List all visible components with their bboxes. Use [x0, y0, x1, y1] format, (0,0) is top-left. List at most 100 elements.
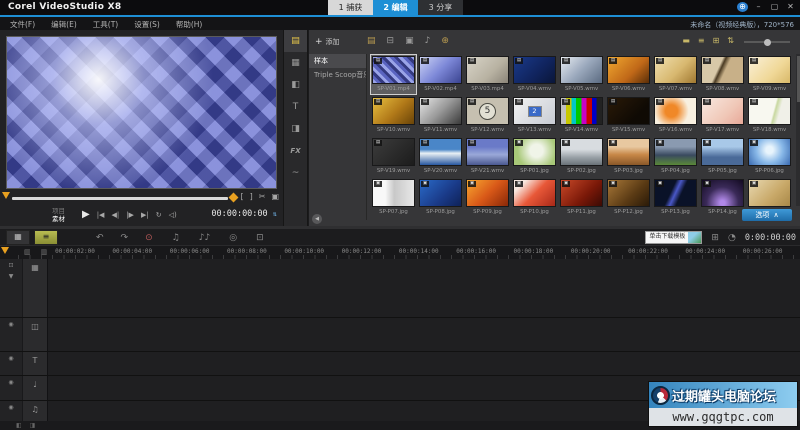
folder-Triple Scoop音乐[interactable]: Triple Scoop音乐	[309, 68, 366, 82]
options-button[interactable]: 选项 ∧	[742, 209, 792, 221]
eye-icon[interactable]: ◉	[8, 355, 13, 362]
menu-item-2[interactable]: 工具(T)	[93, 19, 118, 30]
media-thumbnail[interactable]: ▣SP-P13.jpg	[653, 178, 698, 217]
play-button[interactable]: ▶	[82, 209, 90, 220]
media-thumbnail[interactable]: ▤SP-V15.wmv	[606, 96, 651, 135]
title-track-icon[interactable]: T	[22, 352, 48, 375]
transition-icon[interactable]: ◧	[284, 74, 307, 96]
restore-icon[interactable]: ▢	[769, 2, 780, 12]
media-thumbnail[interactable]: ▣SP-P04.jpg	[653, 137, 698, 176]
title-track-lane[interactable]	[48, 352, 800, 375]
media-thumbnail[interactable]: ▤SP-V21.wmv	[465, 137, 510, 176]
close-icon[interactable]: ✕	[785, 2, 796, 12]
show-audio-icon[interactable]: ♪	[425, 36, 431, 46]
graphic-icon[interactable]: ◨	[284, 118, 307, 140]
video-track-lane[interactable]	[48, 259, 800, 317]
media-thumbnail[interactable]: ▣SP-P06.jpg	[747, 137, 792, 176]
import-media-icon[interactable]: ▤	[367, 36, 376, 46]
trim-end-marker[interactable]	[229, 193, 239, 203]
media-thumbnail[interactable]: ▤SP-V08.wmv	[700, 55, 745, 94]
scroll-icon[interactable]: ◨	[30, 422, 36, 429]
scroll-icon[interactable]: ◧	[16, 422, 22, 429]
media-thumbnail[interactable]: ▤SP-V07.wmv	[653, 55, 698, 94]
folder-样本[interactable]: 样本	[309, 54, 366, 68]
show-videos-icon[interactable]: ⊟	[387, 36, 395, 46]
media-thumbnail[interactable]: ▤SP-V04.wmv	[512, 55, 557, 94]
timeline-view-button[interactable]: ≡	[34, 230, 58, 245]
media-thumbnail[interactable]: ▤SP-V09.wmv	[747, 55, 792, 94]
mark-out-button[interactable]: ]	[250, 192, 253, 202]
repeat-button[interactable]: ↻	[156, 211, 162, 219]
media-thumbnail[interactable]: ▤SP-V11.wmv	[418, 96, 463, 135]
record-capture-button[interactable]: ⊙	[145, 233, 153, 243]
media-thumbnail[interactable]: ▤SP-V19.wmv	[371, 137, 416, 176]
media-thumbnail[interactable]: ▤5SP-V12.wmv	[465, 96, 510, 135]
media-thumbnail[interactable]: ▤SP-V06.wmv	[606, 55, 651, 94]
storyboard-view-button[interactable]: ▦	[6, 230, 30, 245]
project-duration-timecode[interactable]: 0:00:00:00	[745, 233, 796, 243]
media-thumbnail[interactable]: ▣SP-P10.jpg	[512, 178, 557, 217]
sound-mixer-button[interactable]: ♫	[172, 233, 180, 243]
filter-icon[interactable]: FX	[284, 140, 307, 162]
instant-project-icon[interactable]: ▦	[284, 52, 307, 74]
timeline-playhead[interactable]	[1, 247, 9, 254]
media-thumbnail[interactable]: ▤SP-V01.mp4	[371, 55, 416, 94]
eye-icon[interactable]: ◉	[8, 379, 13, 386]
library-scrollbar[interactable]	[796, 54, 800, 206]
motion-path-icon[interactable]: ~	[284, 162, 307, 184]
media-thumbnail[interactable]: ▣SP-P12.jpg	[606, 178, 651, 217]
tab-share[interactable]: 3 分享	[418, 0, 463, 15]
media-thumbnail[interactable]: ▣SP-P07.jpg	[371, 178, 416, 217]
playhead-marker[interactable]	[2, 192, 10, 199]
ripple-edit-button[interactable]: ⊞	[711, 233, 719, 243]
timeline-ruler[interactable]: ▥ ▥ 00:00:02:0000:00:04:0000:00:06:0000:…	[0, 245, 800, 260]
list-view-icon[interactable]: ≡	[698, 36, 705, 45]
prev-frame-button[interactable]: ◀|	[111, 211, 119, 219]
tab-edit[interactable]: 2 编辑	[373, 0, 418, 15]
media-icon[interactable]: ▤	[284, 30, 307, 52]
media-thumbnail[interactable]: ▣SP-P05.jpg	[700, 137, 745, 176]
media-thumbnail[interactable]: ▤SP-V05.wmv	[559, 55, 604, 94]
media-thumbnail[interactable]: ▣SP-P09.jpg	[465, 178, 510, 217]
media-thumbnail[interactable]: ▣SP-P11.jpg	[559, 178, 604, 217]
voice-track-icon[interactable]: ♩	[22, 376, 48, 400]
media-thumbnail[interactable]: ▣SP-P03.jpg	[606, 137, 651, 176]
thumbnail-view-icon[interactable]: ▬	[682, 36, 690, 45]
media-thumbnail[interactable]: ▤2SP-V13.wmv	[512, 96, 557, 135]
grid-view-icon[interactable]: ⊞	[713, 36, 720, 45]
auto-music-button[interactable]: ♪♪	[199, 233, 211, 243]
title-icon[interactable]: T	[284, 96, 307, 118]
media-thumbnail[interactable]: ▤SP-V14.wmv	[559, 96, 604, 135]
timecode-spinner-icon[interactable]: ⇅	[273, 210, 277, 218]
media-thumbnail[interactable]: ▤SP-V16.wmv	[653, 96, 698, 135]
overlay-track-lane[interactable]	[48, 318, 800, 351]
scroll-left-icon[interactable]: ◀	[312, 214, 322, 224]
music-track-icon[interactable]: ♫	[22, 401, 48, 422]
volume-button[interactable]: ◁)	[169, 211, 177, 219]
split-clip-button[interactable]: ✂	[259, 192, 266, 202]
slider-handle[interactable]	[764, 39, 771, 46]
overlay-track-icon[interactable]: ◫	[22, 318, 48, 351]
media-thumbnail[interactable]: ▤SP-V17.wmv	[700, 96, 745, 135]
redo-button[interactable]: ↷	[121, 233, 129, 243]
menu-item-4[interactable]: 帮助(H)	[176, 19, 203, 30]
enlarge-preview-button[interactable]: ▣	[271, 192, 279, 202]
preview-video[interactable]	[6, 36, 277, 189]
home-button[interactable]: |◀	[97, 211, 105, 219]
media-thumbnail[interactable]: ▣SP-P02.jpg	[559, 137, 604, 176]
menu-item-0[interactable]: 文件(F)	[10, 19, 35, 30]
media-thumbnail[interactable]: ▤SP-V18.wmv	[747, 96, 792, 135]
menu-item-3[interactable]: 设置(S)	[134, 19, 160, 30]
track-manager-icon[interactable]: ⊡	[8, 262, 13, 269]
collapse-icon[interactable]: ▼	[9, 273, 14, 280]
show-photos-icon[interactable]: ▣	[405, 36, 414, 46]
media-thumbnail[interactable]: ▤SP-V03.mp4	[465, 55, 510, 94]
menu-item-1[interactable]: 编辑(E)	[51, 19, 77, 30]
undo-button[interactable]: ↶	[96, 233, 104, 243]
track-manager-button[interactable]: ⊡	[256, 233, 264, 243]
next-frame-button[interactable]: |▶	[126, 211, 134, 219]
sort-icon[interactable]: ⇅	[727, 36, 734, 45]
get-more-icon[interactable]: ⊕	[441, 36, 449, 46]
media-thumbnail[interactable]: ▤SP-V02.mp4	[418, 55, 463, 94]
video-track-icon[interactable]: ▦	[22, 259, 48, 317]
